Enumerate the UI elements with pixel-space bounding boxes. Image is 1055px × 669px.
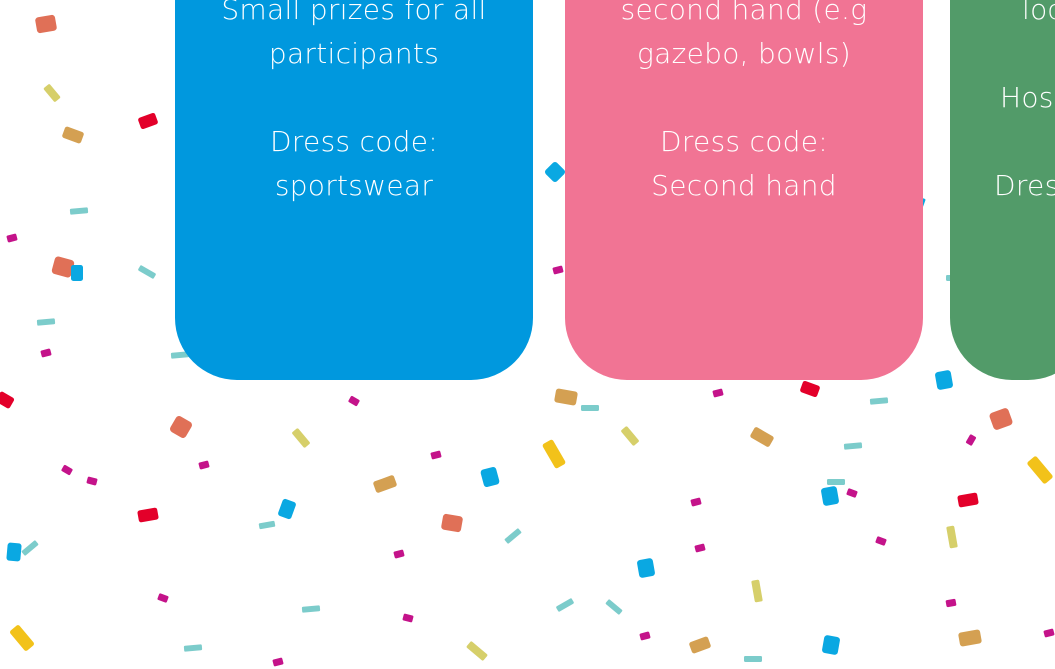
confetti-piece xyxy=(278,498,296,520)
confetti-piece xyxy=(1027,456,1053,484)
confetti-piece xyxy=(957,492,979,508)
confetti-piece xyxy=(62,126,84,144)
confetti-piece xyxy=(552,265,564,275)
confetti-piece xyxy=(545,162,565,182)
confetti-piece xyxy=(989,408,1013,430)
confetti-piece xyxy=(373,475,397,493)
confetti-piece xyxy=(40,348,52,358)
second-hand-info-card: second hand (e.g gazebo, bowls) Dress co… xyxy=(565,0,923,380)
confetti-piece xyxy=(157,593,169,603)
confetti-piece xyxy=(198,460,210,470)
confetti-piece xyxy=(10,625,34,651)
confetti-piece xyxy=(946,525,958,549)
confetti-piece xyxy=(744,656,762,662)
card-text-line: second hand (e.g xyxy=(620,0,868,26)
confetti-piece xyxy=(843,442,863,450)
confetti-piece xyxy=(556,598,574,612)
card-text-line xyxy=(997,32,1055,76)
confetti-piece xyxy=(581,405,599,411)
confetti-piece xyxy=(689,636,711,654)
confetti-piece xyxy=(935,370,953,390)
confetti-piece xyxy=(945,598,957,608)
confetti-piece xyxy=(138,265,156,279)
confetti-piece xyxy=(712,388,724,398)
confetti-piece xyxy=(6,542,22,562)
confetti-piece xyxy=(441,513,463,533)
confetti-piece xyxy=(504,528,522,544)
card-text-line: Small prizes for all xyxy=(221,0,487,26)
confetti-piece xyxy=(639,631,651,641)
confetti-piece xyxy=(466,641,488,661)
card-text-line: participants xyxy=(268,37,440,70)
confetti-piece xyxy=(301,605,321,613)
confetti-piece xyxy=(869,397,889,405)
confetti-piece xyxy=(71,265,83,281)
card-text-line: Host xyxy=(1000,81,1055,114)
card-text-line: gazebo, bowls) xyxy=(637,37,851,70)
confetti-piece xyxy=(965,434,977,446)
confetti-piece xyxy=(827,479,845,485)
confetti-piece xyxy=(750,427,774,447)
confetti-piece xyxy=(694,543,706,553)
confetti-piece xyxy=(35,14,57,34)
confetti-piece xyxy=(6,233,18,243)
confetti-piece xyxy=(637,558,655,578)
confetti-piece xyxy=(183,644,203,652)
confetti-piece xyxy=(605,599,623,615)
sports-info-card: Small prizes for all participants Dress … xyxy=(175,0,533,380)
confetti-piece xyxy=(554,388,578,406)
confetti-piece xyxy=(800,380,820,398)
confetti-piece xyxy=(86,476,98,486)
confetti-piece xyxy=(690,497,702,507)
confetti-piece xyxy=(272,657,284,667)
confetti-piece xyxy=(430,450,442,460)
confetti-piece xyxy=(69,207,89,215)
confetti-piece xyxy=(170,416,192,438)
confetti-piece xyxy=(958,629,982,647)
confetti-piece xyxy=(1043,628,1055,638)
confetti-piece xyxy=(621,426,639,446)
confetti-piece xyxy=(43,84,61,102)
confetti-piece xyxy=(393,549,405,559)
confetti-piece xyxy=(402,613,414,623)
confetti-piece xyxy=(751,579,763,603)
dress-code-value: sportswear xyxy=(274,169,434,202)
confetti-piece xyxy=(542,439,566,469)
dress-code-label: Dress code: xyxy=(659,125,829,158)
dress-code-value: Second hand xyxy=(651,169,837,202)
confetti-piece xyxy=(292,428,310,448)
confetti-piece xyxy=(821,486,839,506)
confetti-piece xyxy=(0,391,15,409)
confetti-piece xyxy=(258,520,276,530)
confetti-piece xyxy=(137,507,159,523)
confetti-piece xyxy=(138,112,158,130)
dress-code-label: Dres xyxy=(994,169,1055,202)
dress-code-label: Dress code: xyxy=(269,125,439,158)
card-text-line: loc xyxy=(1022,0,1055,26)
confetti-piece xyxy=(36,318,56,326)
confetti-piece xyxy=(875,536,887,546)
confetti-piece xyxy=(480,466,500,488)
confetti-piece xyxy=(822,635,840,655)
confetti-piece xyxy=(348,395,360,407)
confetti-piece xyxy=(846,488,858,498)
confetti-piece xyxy=(61,464,73,476)
third-info-card: loc Host Dres xyxy=(950,0,1055,380)
confetti-piece xyxy=(21,540,39,556)
